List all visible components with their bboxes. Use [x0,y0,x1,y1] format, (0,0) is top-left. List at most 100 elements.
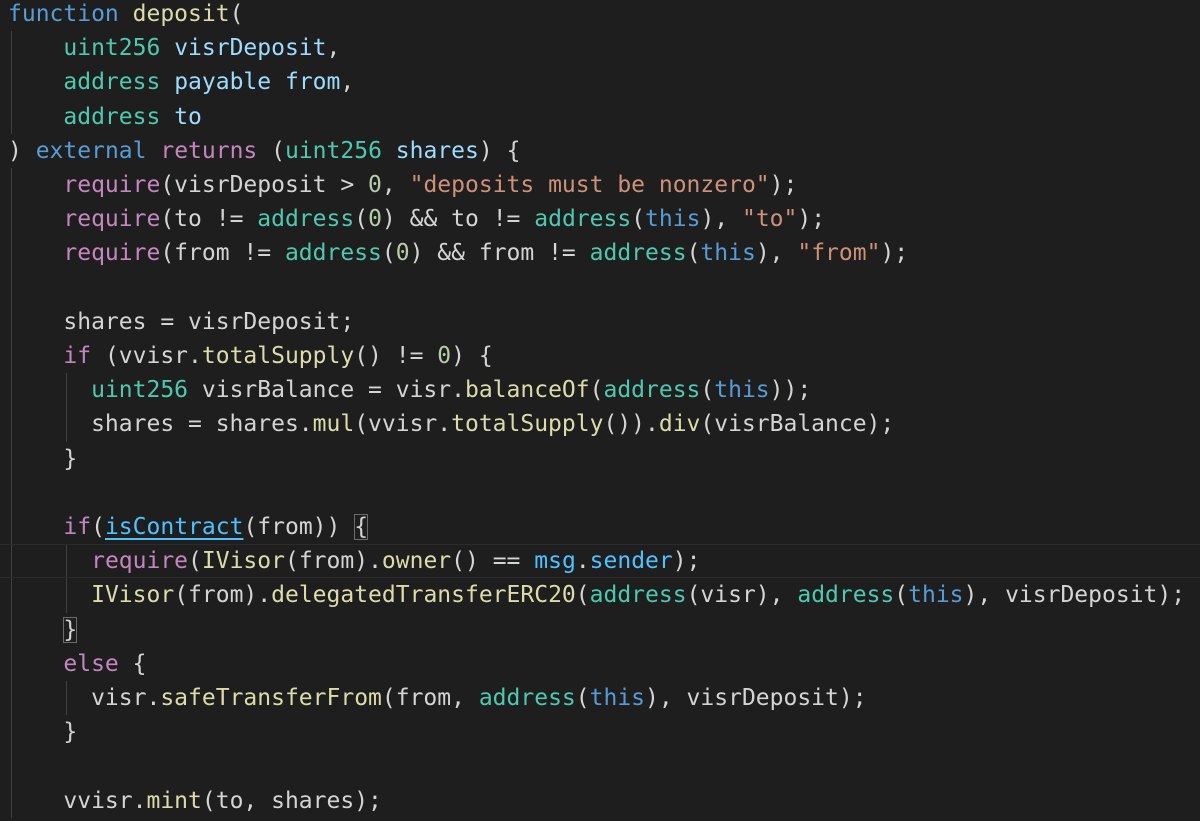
code-editor[interactable]: function deposit( uint256 visrDeposit, a… [0,0,1200,821]
code-line[interactable]: else { [8,647,146,681]
code-line[interactable]: if (vvisr.totalSupply() != 0) { [8,339,493,373]
code-token: this [700,240,756,267]
code-line[interactable]: visr.safeTransferFrom(from, address(this… [8,681,867,715]
code-token: 0 [395,240,410,267]
code-line[interactable]: vvisr.mint(to, shares); [8,784,382,818]
code-token: ( [700,377,715,404]
code-token: ()). [603,411,659,438]
code-token: IVisor [91,582,175,609]
code-token: } [8,445,78,472]
code-token: this [589,685,646,711]
code-line[interactable]: require(visrDeposit > 0, "deposits must … [8,168,797,202]
code-token: totalSupply [451,411,604,438]
code-token: ) { [478,137,521,164]
code-token: shares = visrDeposit; [8,308,355,335]
code-token: } [8,719,78,746]
code-token: ( [188,548,202,575]
code-token: (from). [284,548,382,575]
code-token: visrBalance = visr. [188,377,465,404]
code-token: uint256 [284,137,382,164]
code-line[interactable]: address to [8,100,202,134]
code-token: , [340,69,355,96]
code-token: require [63,172,161,198]
code-token: ( [575,685,590,711]
code-line[interactable]: uint256 visrDeposit, [8,31,340,65]
code-token: owner [381,548,452,575]
code-token: "deposits must be nonzero" [409,172,770,198]
code-token: div [658,411,701,438]
code-line[interactable]: require(to != address(0) && to != addres… [8,202,825,236]
code-line[interactable]: } [8,613,78,647]
code-token: ) && from != [409,240,590,267]
code-token: delegatedTransferERC20 [271,582,576,609]
code-line[interactable]: if(isContract(from)) { [8,510,369,544]
code-token: address [257,206,355,233]
code-token: "from" [797,240,881,267]
code-token: ), visrDeposit); [963,582,1186,609]
code-line[interactable]: IVisor(from).delegatedTransferERC20(addr… [8,578,1185,612]
code-token: ( [229,1,244,27]
code-token: safeTransferFrom [160,685,382,711]
code-token: (vvisr. [354,411,452,438]
code-token: ) { [451,343,493,369]
code-token: (from)) [243,514,355,540]
code-token: ( [257,137,285,164]
code-token: ) [8,137,36,164]
code-line[interactable]: require(from != address(0) && from != ad… [8,236,908,270]
code-line[interactable]: ) external returns (uint256 shares) { [8,134,520,168]
code-token: , [381,172,410,198]
code-token: mint [146,787,202,814]
code-token: function [8,1,119,27]
code-token: (from, [381,685,479,711]
code-token: require [91,548,189,575]
code-line[interactable]: uint256 visrBalance = visr.balanceOf(add… [8,373,811,407]
code-line[interactable]: } [8,715,77,749]
code-token: address [534,206,632,233]
code-token: address [589,582,687,609]
code-token: require [63,206,161,233]
code-token: ( [631,206,646,233]
code-token: address [589,240,687,267]
code-line[interactable]: shares = shares.mul(vvisr.totalSupply())… [8,407,894,441]
code-token: this [714,377,770,404]
code-token: address [63,103,161,130]
code-token: 0 [368,172,382,198]
code-token: () == [451,548,535,575]
code-token: (from). [174,582,272,609]
code-token: visrDeposit [174,35,327,62]
code-line[interactable]: address payable from, [8,65,354,99]
code-line[interactable]: function deposit( [8,0,243,31]
code-token: ( [91,514,105,540]
code-token: this [645,206,701,233]
code-token: to [174,103,202,130]
code-token: ); [672,548,701,575]
code-token: uint256 [91,377,189,404]
code-token: isContract [104,514,244,540]
code-token: } [63,616,78,643]
code-token: IVisor [201,548,285,575]
code-token: ( [354,206,369,233]
code-token: (visrDeposit > [160,172,369,198]
code-token: address [797,582,895,609]
code-token: (from != [160,240,285,267]
code-token: address [63,69,161,96]
code-token: shares = shares. [8,411,313,438]
code-token: )); [769,377,812,404]
code-token: if [63,343,92,369]
code-token: this [908,582,964,609]
code-line[interactable]: require(IVisor(from).owner() == msg.send… [0,544,1200,579]
code-line[interactable]: shares = visrDeposit; [8,305,354,339]
code-token: ); [797,206,826,233]
code-token: (visrBalance); [700,411,895,438]
code-line[interactable]: } [8,442,77,476]
code-token: mul [312,411,355,438]
